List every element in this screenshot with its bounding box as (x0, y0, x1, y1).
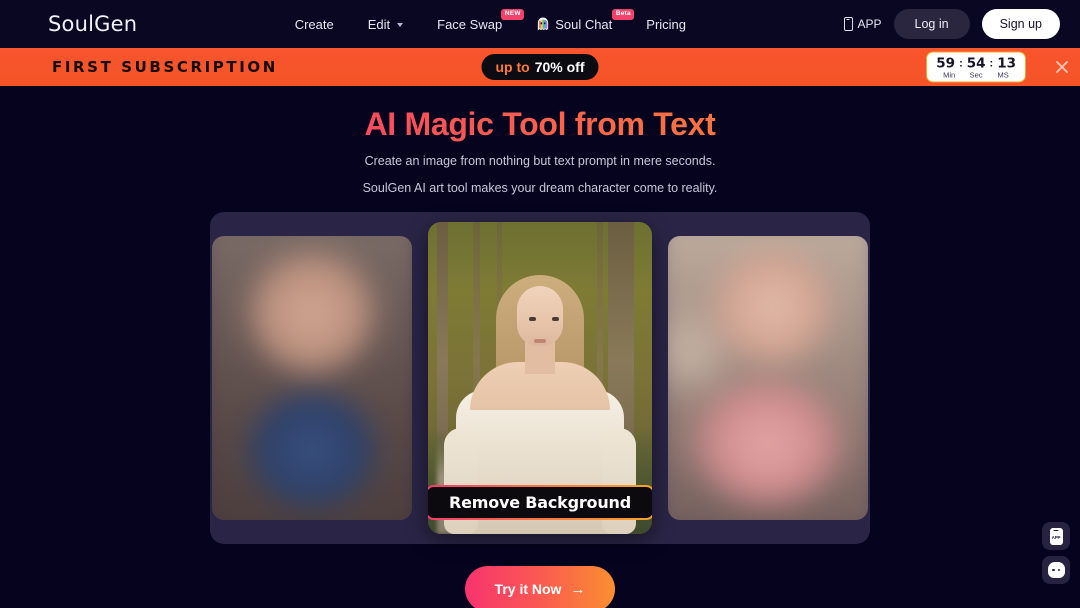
app-label: APP (857, 17, 882, 31)
app-icon-label: APP (1051, 535, 1061, 540)
timer-seconds: 54 (966, 55, 986, 72)
remove-background-button[interactable]: Remove Background (428, 485, 652, 520)
carousel-slide-center[interactable]: Remove Background (428, 222, 652, 534)
signup-button[interactable]: Sign up (981, 9, 1060, 39)
nav-label: Pricing (646, 16, 687, 32)
hero-subtitle-line-1: Create an image from nothing but text pr… (364, 154, 716, 168)
promo-banner[interactable]: FIRST SUBSCRIPTION up to 70% off 59 : 54… (0, 48, 1080, 86)
discount-prefix: up to (495, 59, 530, 75)
timer-minutes: 59 (936, 55, 956, 72)
phone-icon (843, 17, 853, 31)
header-actions: APP Log in Sign up (843, 9, 1060, 39)
cta-section: Try it Now → (0, 566, 1080, 608)
showcase-carousel: Remove Background (210, 212, 870, 544)
timer-values: 59 : 54 : 13 (936, 56, 1016, 72)
subject-lips (534, 339, 546, 343)
timer-separator: : (989, 57, 994, 70)
nav-label: Create (294, 16, 334, 32)
page-title: AI Magic Tool from Text (0, 104, 1080, 144)
discount-value: 70% off (534, 59, 585, 75)
timer-sec-label: Sec (969, 70, 983, 80)
close-icon[interactable] (1052, 57, 1072, 77)
subject-eye-right (552, 317, 560, 321)
cta-label: Try it Now (494, 581, 562, 597)
slide-image-right (668, 236, 868, 520)
subject-eye-left (528, 317, 536, 321)
promo-title: FIRST SUBSCRIPTION (52, 58, 278, 76)
countdown-timer: 59 : 54 : 13 Min Sec MS (926, 51, 1026, 83)
carousel-slide-right[interactable] (668, 236, 868, 520)
timer-min-label: Min (943, 70, 956, 80)
try-it-now-button[interactable]: Try it Now → (464, 566, 616, 608)
main-navigation: Create Edit Face Swap NEW Soul Chat Beta… (137, 8, 843, 32)
nav-item-edit[interactable]: Edit (367, 16, 404, 32)
timer-ms-label: MS (997, 70, 1009, 80)
timer-labels: Min Sec MS (936, 71, 1016, 80)
nav-item-face-swap[interactable]: Face Swap NEW (437, 8, 525, 32)
arrow-right-icon: → (570, 580, 586, 598)
floating-app-button[interactable]: APP (1042, 522, 1070, 550)
nav-label: Edit (367, 16, 391, 32)
promo-discount-badge: up to 70% off (481, 54, 599, 80)
slide-image-left (212, 236, 412, 520)
ghost-icon (538, 17, 549, 31)
subject-face (517, 285, 563, 346)
timer-separator: : (959, 57, 963, 70)
nav-item-soul-chat[interactable]: Soul Chat Beta (536, 8, 635, 32)
app-phone-icon: APP (1049, 527, 1063, 545)
new-badge: NEW (501, 8, 525, 20)
chevron-down-icon (397, 23, 404, 27)
carousel-slide-left[interactable] (212, 236, 412, 520)
floating-action-buttons: APP (1042, 522, 1070, 584)
hero-subtitle-line-2: SoulGen AI art tool makes your dream cha… (362, 181, 718, 195)
nav-label: Face Swap (437, 16, 503, 32)
floating-chat-button[interactable] (1042, 556, 1070, 584)
chat-bubble-icon (1047, 562, 1065, 578)
remove-background-label: Remove Background (428, 487, 652, 518)
app-download-link[interactable]: APP (843, 17, 882, 31)
nav-label: Soul Chat (555, 16, 613, 32)
hero-section: AI Magic Tool from Text Create an image … (0, 86, 1080, 198)
nav-item-pricing[interactable]: Pricing (646, 17, 686, 32)
beta-badge: Beta (612, 8, 635, 20)
timer-milliseconds: 13 (997, 55, 1016, 72)
site-header: SoulGen Create Edit Face Swap NEW Soul C… (0, 0, 1080, 48)
nav-item-create[interactable]: Create (295, 17, 334, 32)
login-button[interactable]: Log in (893, 9, 970, 39)
brand-logo[interactable]: SoulGen (48, 12, 137, 36)
